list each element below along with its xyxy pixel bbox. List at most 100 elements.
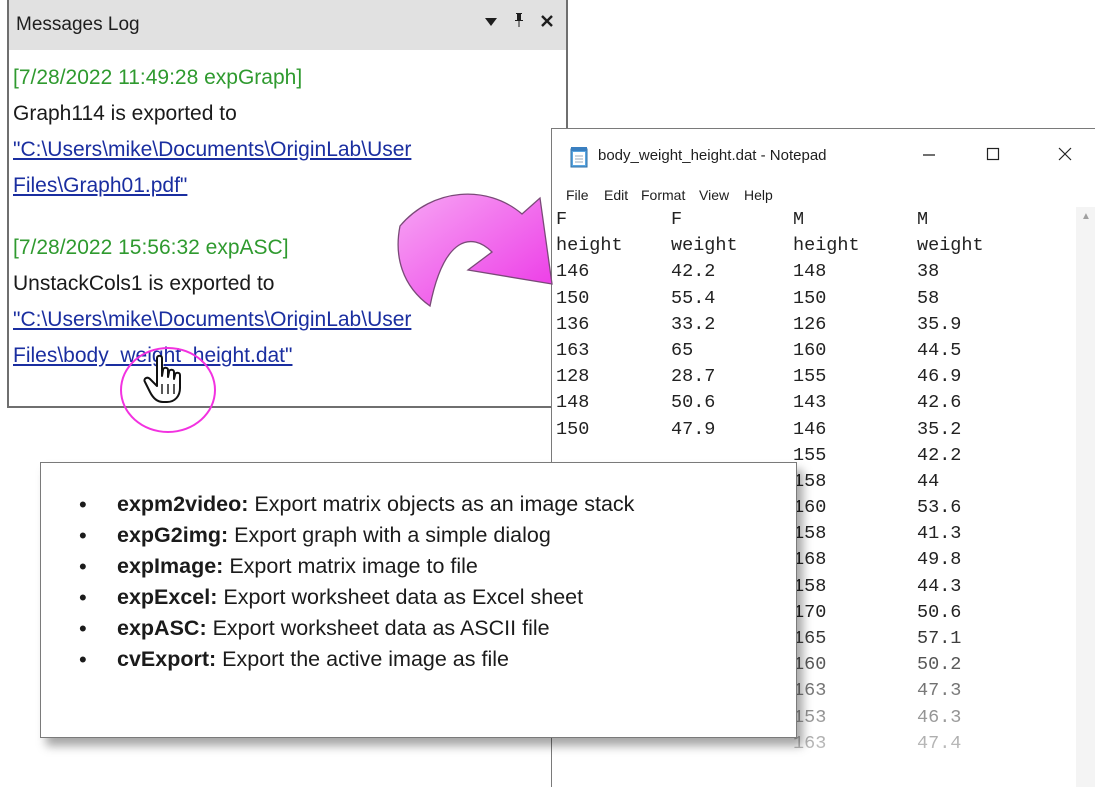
notepad-cell: 35.2	[917, 418, 962, 440]
notepad-cell: 128	[556, 366, 590, 388]
function-name: expImage:	[117, 554, 224, 578]
hand-cursor-icon	[143, 354, 181, 403]
dropdown-arrow-icon[interactable]	[484, 12, 498, 33]
notepad-cell: 46.9	[917, 366, 962, 388]
function-desc: Export worksheet data as Excel sheet	[217, 585, 584, 609]
notepad-cell: 42.2	[917, 444, 962, 466]
notepad-cell: 50.6	[671, 392, 716, 414]
notepad-cell: 153	[793, 706, 827, 728]
notepad-icon	[570, 147, 588, 168]
close-icon	[1058, 147, 1072, 161]
log-timestamp: [7/28/2022 11:49:28 expGraph]	[13, 66, 303, 89]
notepad-cell: F	[671, 209, 683, 230]
notepad-cell: 28.7	[671, 366, 716, 388]
menu-view[interactable]: View	[699, 187, 729, 203]
notepad-cell: 168	[793, 549, 827, 571]
function-name: expm2video:	[117, 492, 249, 516]
notepad-cell: 163	[556, 339, 590, 361]
log-file-link-line[interactable]: "C:\Users\mike\Documents\OriginLab\User	[13, 132, 560, 168]
notepad-cell: 65	[671, 339, 694, 361]
notepad-cell: 155	[793, 366, 827, 388]
notepad-cell: height	[793, 235, 860, 257]
notepad-cell: 160	[793, 339, 827, 361]
function-list-box: expm2video: Export matrix objects as an …	[40, 462, 797, 738]
function-item: expm2video: Export matrix objects as an …	[79, 489, 634, 520]
notepad-cell: 50.6	[917, 601, 962, 623]
function-name: expASC:	[117, 616, 207, 640]
function-desc: Export matrix objects as an image stack	[248, 492, 635, 516]
notepad-cell: 42.6	[917, 392, 962, 414]
pin-icon[interactable]	[512, 12, 526, 33]
function-name: expG2img:	[117, 523, 229, 547]
notepad-cell: 53.6	[917, 497, 962, 519]
notepad-cell: 35.9	[917, 313, 962, 335]
notepad-text-row: 136 33.2 126 35.9	[556, 312, 1078, 338]
notepad-cell: 136	[556, 313, 590, 335]
function-item: expASC: Export worksheet data as ASCII f…	[79, 613, 634, 644]
minimize-button[interactable]	[909, 139, 949, 173]
notepad-text-row: 146 42.2 148 38	[556, 259, 1078, 285]
notepad-cell: 46.3	[917, 706, 962, 728]
function-name: cvExport:	[117, 647, 217, 671]
maximize-icon	[986, 147, 1000, 161]
function-desc: Export graph with a simple dialog	[228, 523, 551, 547]
notepad-cell: 44.5	[917, 339, 962, 361]
menu-help[interactable]: Help	[744, 187, 773, 203]
function-list: expm2video: Export matrix objects as an …	[79, 489, 634, 675]
notepad-cell: 143	[793, 392, 827, 414]
notepad-cell: 160	[793, 654, 827, 676]
function-item: expG2img: Export graph with a simple dia…	[79, 520, 634, 551]
notepad-cell: 150	[556, 418, 590, 440]
notepad-text-row: 150 47.9 146 35.2	[556, 417, 1078, 443]
log-file-link-line[interactable]: Files\body_weight_height.dat"	[13, 338, 560, 374]
notepad-cell: 126	[793, 313, 827, 335]
notepad-title: body_weight_height.dat - Notepad	[598, 147, 827, 164]
notepad-text-row: FFMM	[556, 207, 1078, 233]
function-item: cvExport: Export the active image as fil…	[79, 644, 634, 675]
messages-log-titlebar: Messages Log	[9, 0, 566, 50]
pink-arrow-icon	[397, 193, 553, 308]
notepad-text-row: 148 50.6 143 42.6	[556, 390, 1078, 416]
close-icon[interactable]	[540, 12, 554, 33]
notepad-cell: M	[793, 209, 805, 230]
notepad-cell: 33.2	[671, 313, 716, 335]
notepad-cell: 146	[793, 418, 827, 440]
notepad-text-row: 163 65 160 44.5	[556, 338, 1078, 364]
notepad-cell: 58	[917, 287, 940, 309]
notepad-menubar: File Edit Format View Help	[552, 185, 1095, 207]
notepad-cell: 163	[793, 680, 827, 702]
notepad-cell: 148	[793, 261, 827, 283]
notepad-cell: weight	[917, 235, 984, 257]
notepad-text-row: height weight height weight	[556, 233, 1078, 259]
function-item: expExcel: Export worksheet data as Excel…	[79, 582, 634, 613]
notepad-cell: 150	[793, 287, 827, 309]
notepad-cell: weight	[671, 235, 738, 257]
menu-format[interactable]: Format	[641, 187, 685, 203]
notepad-cell: 148	[556, 392, 590, 414]
notepad-cell: 158	[793, 523, 827, 545]
maximize-button[interactable]	[973, 139, 1013, 173]
function-name: expExcel:	[117, 585, 218, 609]
notepad-cell: 49.8	[917, 549, 962, 571]
notepad-cell: 38	[917, 261, 940, 283]
notepad-cell: 44	[917, 470, 940, 492]
messages-log-title: Messages Log	[16, 14, 140, 35]
log-text: Graph114 is exported to	[13, 102, 237, 125]
menu-edit[interactable]: Edit	[604, 187, 628, 203]
notepad-cell: 42.2	[671, 261, 716, 283]
notepad-cell: 41.3	[917, 523, 962, 545]
notepad-cell: 170	[793, 601, 827, 623]
function-item: expImage: Export matrix image to file	[79, 551, 634, 582]
notepad-cell: 47.9	[671, 418, 716, 440]
scroll-up-icon[interactable]: ▲	[1081, 211, 1091, 222]
notepad-cell: 158	[793, 575, 827, 597]
function-desc: Export worksheet data as ASCII file	[206, 616, 550, 640]
notepad-cell: M	[917, 209, 929, 230]
close-button[interactable]	[1045, 139, 1085, 173]
notepad-cell: 44.3	[917, 575, 962, 597]
notepad-cell: 47.4	[917, 732, 962, 754]
notepad-titlebar: body_weight_height.dat - Notepad	[552, 129, 1095, 185]
notepad-cell: 163	[793, 732, 827, 754]
notepad-text-row: 150 55.4 150 58	[556, 286, 1078, 312]
vertical-scrollbar[interactable]: ▲	[1076, 207, 1095, 787]
